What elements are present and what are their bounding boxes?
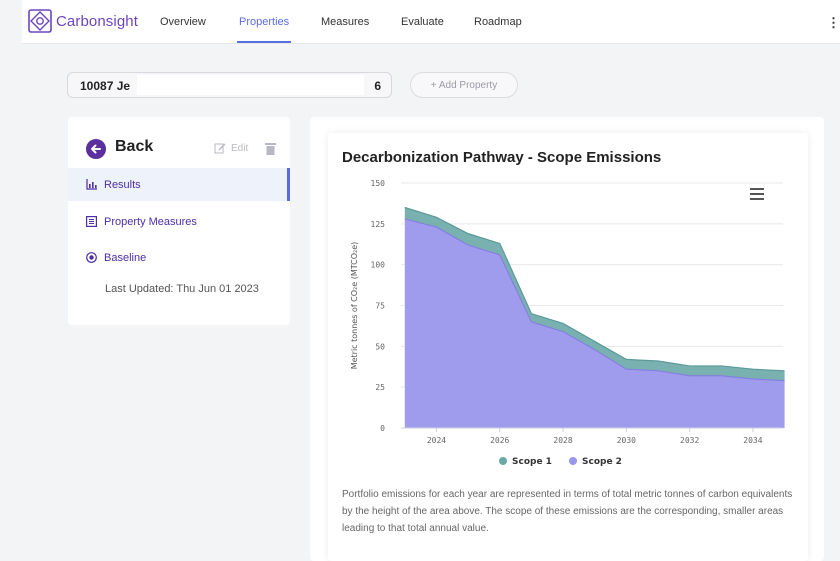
nav-overview[interactable]: Overview bbox=[160, 16, 206, 28]
y-tick-label: 25 bbox=[375, 383, 385, 392]
sidebar-card: Back Edit Results Property Measures Base… bbox=[68, 117, 290, 325]
chart-caption: Portfolio emissions for each year are re… bbox=[342, 489, 793, 534]
logo-icon bbox=[28, 9, 52, 33]
y-tick-label: 0 bbox=[380, 424, 385, 433]
y-tick-label: 100 bbox=[371, 261, 386, 270]
trash-icon[interactable] bbox=[265, 142, 276, 155]
app-logo[interactable]: Carbonsight bbox=[28, 9, 138, 33]
more-menu-icon[interactable]: ⋮ bbox=[827, 15, 840, 31]
nav-properties[interactable]: Properties bbox=[239, 16, 289, 28]
nav-roadmap[interactable]: Roadmap bbox=[474, 16, 522, 28]
active-tab-indicator bbox=[237, 41, 291, 43]
x-tick-label: 2030 bbox=[617, 436, 636, 445]
address-end: 6 bbox=[374, 79, 381, 93]
app-name: Carbonsight bbox=[56, 12, 138, 30]
back-arrow-icon[interactable] bbox=[86, 139, 106, 159]
scope-2-area bbox=[404, 218, 785, 428]
y-tick-label: 125 bbox=[371, 220, 386, 229]
address-start: 10087 Je bbox=[80, 79, 131, 93]
x-tick-label: 2032 bbox=[680, 436, 699, 445]
sidebar-item-label: Results bbox=[104, 178, 141, 191]
sidebar-item-label: Baseline bbox=[104, 251, 147, 264]
legend-swatch bbox=[499, 457, 507, 465]
edit-label: Edit bbox=[231, 142, 249, 154]
sidebar-item-results[interactable]: Results bbox=[68, 168, 290, 201]
x-tick-label: 2026 bbox=[490, 436, 509, 445]
top-nav-bar: Carbonsight Overview Properties Measures… bbox=[22, 0, 840, 44]
results-card: Decarbonization Pathway - Scope Emission… bbox=[310, 117, 824, 561]
edit-button[interactable]: Edit bbox=[214, 142, 248, 154]
nav-evaluate[interactable]: Evaluate bbox=[401, 16, 444, 28]
x-tick-label: 2028 bbox=[553, 436, 572, 445]
list-icon bbox=[86, 216, 97, 227]
x-tick-label: 2034 bbox=[743, 436, 762, 445]
property-address-field[interactable]: 10087 Je 6 bbox=[67, 72, 392, 98]
x-tick-label: 2024 bbox=[427, 436, 446, 445]
sidebar-item-baseline[interactable]: Baseline bbox=[68, 241, 290, 274]
sidebar-item-property-measures[interactable]: Property Measures bbox=[68, 205, 290, 238]
y-tick-label: 50 bbox=[375, 342, 385, 351]
target-icon bbox=[86, 252, 97, 263]
back-button[interactable]: Back bbox=[115, 138, 153, 156]
chart-panel: Decarbonization Pathway - Scope Emission… bbox=[328, 133, 808, 561]
legend-swatch bbox=[569, 457, 577, 465]
y-axis-title: Metric tonnes of CO₂e (MTCO₂e) bbox=[350, 242, 359, 370]
legend-label: Scope 2 bbox=[582, 457, 622, 467]
y-tick-label: 75 bbox=[375, 302, 385, 311]
y-tick-label: 150 bbox=[371, 179, 386, 188]
legend-label: Scope 1 bbox=[512, 457, 552, 467]
emissions-area-chart: 0 25 50 75 100 125 150 2024 2026 2028 2030 2032 2034… bbox=[350, 179, 785, 467]
edit-icon bbox=[214, 143, 226, 154]
add-property-button[interactable]: + Add Property bbox=[410, 72, 518, 98]
last-updated-text: Last Updated: Thu Jun 01 2023 bbox=[105, 283, 259, 295]
sidebar-item-label: Property Measures bbox=[104, 215, 197, 228]
bar-chart-icon bbox=[86, 179, 97, 190]
address-redaction bbox=[137, 75, 364, 95]
nav-measures[interactable]: Measures bbox=[321, 16, 369, 28]
